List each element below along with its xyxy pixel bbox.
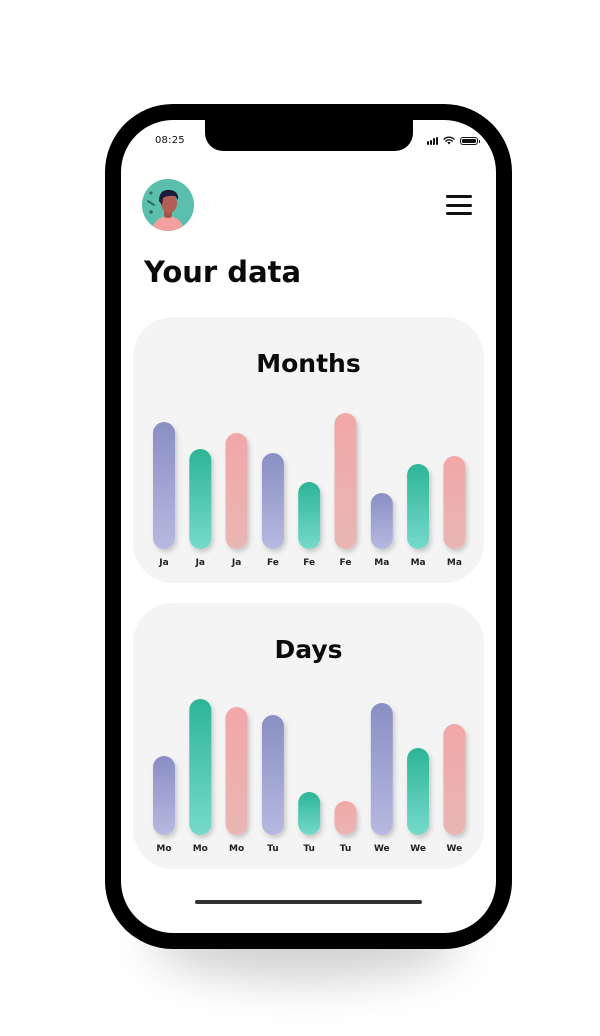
bar-label-2: Mo bbox=[229, 844, 244, 854]
bar-fe-5[interactable] bbox=[334, 413, 357, 549]
battery-icon bbox=[460, 136, 480, 145]
home-indicator[interactable] bbox=[195, 900, 422, 904]
bar-ja-1[interactable] bbox=[189, 449, 212, 549]
avatar-person-icon bbox=[142, 179, 194, 231]
bar-label-7: Ma bbox=[411, 558, 426, 568]
wifi-icon bbox=[443, 136, 455, 145]
bar-label-8: Ma bbox=[447, 558, 462, 568]
user-avatar[interactable] bbox=[142, 179, 194, 231]
bar-ja-0[interactable] bbox=[153, 422, 175, 549]
bar-we-8[interactable] bbox=[443, 724, 466, 835]
bar-ma-8[interactable] bbox=[443, 456, 466, 549]
bar-mo-0[interactable] bbox=[153, 756, 175, 835]
bar-mo-2[interactable] bbox=[225, 707, 248, 835]
bar-label-6: Ma bbox=[374, 558, 389, 568]
phone-screen: 08:25 Your data Months Ja Ja Ja Fe Fe Fe… bbox=[121, 120, 496, 933]
bar-fe-3[interactable] bbox=[261, 453, 284, 549]
hamburger-menu-icon bbox=[446, 195, 472, 198]
bar-label-4: Fe bbox=[303, 558, 315, 568]
bar-label-2: Ja bbox=[231, 558, 241, 568]
bar-tu-5[interactable] bbox=[334, 801, 357, 835]
months-bar-chart: Ja Ja Ja Fe Fe Fe Ma Ma Ma bbox=[153, 413, 466, 568]
notch bbox=[205, 120, 413, 151]
bar-label-8: We bbox=[447, 844, 463, 854]
bar-label-7: We bbox=[410, 844, 426, 854]
bar-fe-4[interactable] bbox=[298, 482, 321, 549]
bar-mo-1[interactable] bbox=[189, 699, 212, 835]
bar-label-5: Tu bbox=[340, 844, 352, 854]
bar-label-0: Mo bbox=[156, 844, 171, 854]
bar-label-5: Fe bbox=[340, 558, 352, 568]
days-bar-chart: Mo Mo Mo Tu Tu Tu We We We bbox=[153, 699, 466, 854]
bar-label-0: Ja bbox=[158, 558, 168, 568]
bar-label-3: Fe bbox=[267, 558, 279, 568]
bar-label-4: Tu bbox=[303, 844, 315, 854]
menu-button[interactable] bbox=[446, 195, 472, 215]
bar-ma-6[interactable] bbox=[370, 493, 393, 549]
status-icons bbox=[427, 136, 480, 145]
months-card: Months Ja Ja Ja Fe Fe Fe Ma Ma Ma bbox=[133, 317, 484, 583]
bar-label-6: We bbox=[374, 844, 390, 854]
bar-label-3: Tu bbox=[267, 844, 279, 854]
bar-tu-4[interactable] bbox=[298, 792, 321, 835]
page-title: Your data bbox=[144, 255, 302, 289]
phone-frame: 08:25 Your data Months Ja Ja Ja Fe Fe Fe… bbox=[105, 104, 512, 949]
bar-label-1: Ja bbox=[195, 558, 205, 568]
days-card: Days Mo Mo Mo Tu Tu Tu We We We bbox=[133, 603, 484, 869]
signal-icon bbox=[427, 136, 438, 145]
bar-ja-2[interactable] bbox=[225, 433, 248, 549]
bar-we-7[interactable] bbox=[407, 748, 430, 835]
bar-tu-3[interactable] bbox=[261, 715, 284, 835]
bar-label-1: Mo bbox=[193, 844, 208, 854]
bar-ma-7[interactable] bbox=[407, 464, 430, 549]
bar-we-6[interactable] bbox=[370, 703, 393, 835]
status-time: 08:25 bbox=[155, 135, 185, 146]
